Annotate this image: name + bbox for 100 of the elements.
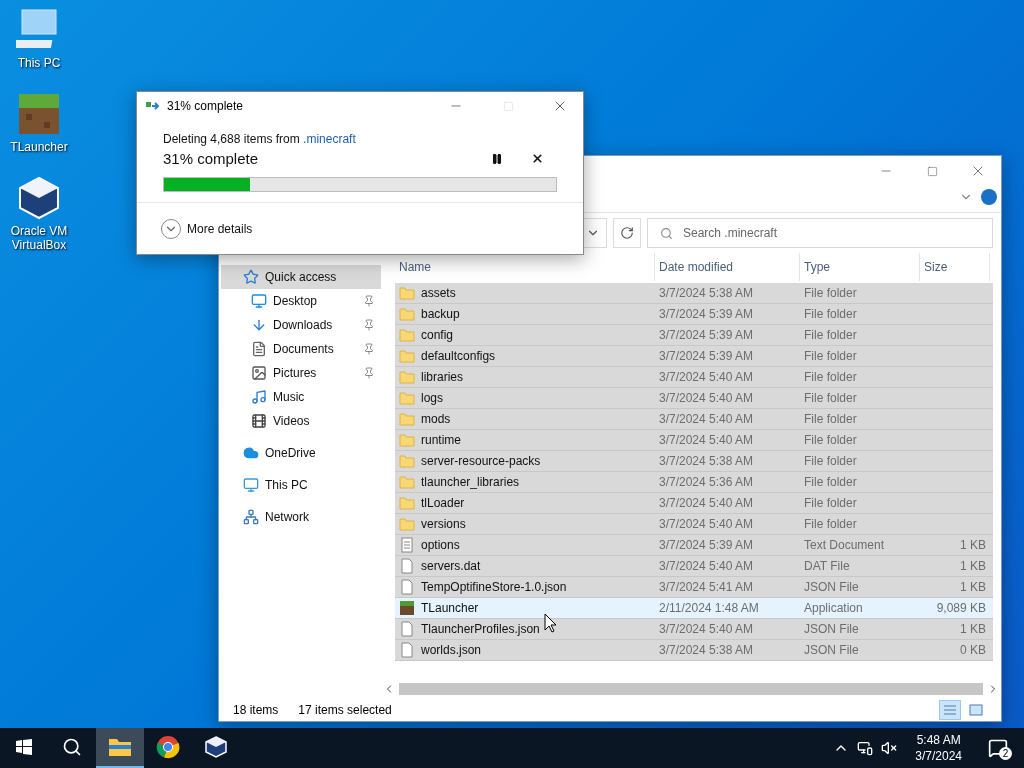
nav-item[interactable]: Pictures [221, 361, 381, 385]
cloud-icon [243, 445, 259, 461]
file-row[interactable]: runtime 3/7/2024 5:40 AM File folder [395, 430, 993, 451]
nav-item[interactable]: Downloads [221, 313, 381, 337]
size-cell-text: 1 KB [959, 538, 987, 552]
file-name: worlds.json [421, 643, 482, 657]
file-row[interactable]: defaultconfigs 3/7/2024 5:39 AM File folder [395, 346, 993, 367]
cube-icon [16, 176, 62, 220]
file-name: TlauncherProfiles.json [421, 622, 540, 636]
date-cell-text: 2/11/2024 1:48 AM [658, 601, 760, 615]
search-field[interactable]: Search .minecraft [647, 218, 993, 248]
date-cell-text: 3/7/2024 5:39 AM [658, 349, 755, 363]
column-header[interactable]: Size [920, 253, 990, 281]
file-row[interactable]: versions 3/7/2024 5:40 AM File folder [395, 514, 993, 535]
file-name: defaultconfigs [421, 349, 496, 363]
star-icon [243, 269, 259, 285]
column-header[interactable]: Type [800, 253, 920, 281]
file-icon [399, 579, 415, 595]
network-icon[interactable] [857, 740, 874, 756]
file-name: servers.dat [421, 559, 481, 573]
date-cell-text: 3/7/2024 5:40 AM [658, 391, 755, 405]
file-row[interactable]: servers.dat 3/7/2024 5:40 AM DAT File 1 KB [395, 556, 993, 577]
folder-icon [399, 306, 415, 322]
scrollbar-thumb[interactable] [399, 683, 983, 695]
date-cell-text: 3/7/2024 5:40 AM [658, 412, 755, 426]
date-cell-text: 3/7/2024 5:39 AM [658, 328, 755, 342]
notifications-button[interactable]: 2 [980, 728, 1016, 768]
delete-progress-icon [145, 100, 161, 112]
type-cell-text: File folder [803, 370, 858, 384]
file-row[interactable]: worlds.json 3/7/2024 5:38 AM JSON File 0 KB [395, 640, 993, 661]
more-details-button[interactable]: More details [161, 218, 253, 239]
type-cell-text: Text Document [803, 538, 886, 552]
date-cell-text: 3/7/2024 5:38 AM [658, 454, 755, 468]
desktop-icon-label[interactable]: TLauncher [10, 140, 68, 154]
document-icon [251, 341, 267, 357]
file-row[interactable]: libraries 3/7/2024 5:40 AM File folder [395, 367, 993, 388]
music-icon [251, 389, 267, 405]
folder-icon [399, 285, 415, 301]
mouse-cursor-icon [544, 613, 558, 633]
file-row[interactable]: config 3/7/2024 5:39 AM File folder [395, 325, 993, 346]
close-icon [530, 152, 544, 165]
list-icon [943, 704, 957, 716]
nav-item[interactable]: Quick access [221, 265, 381, 289]
date-cell-text: 3/7/2024 5:39 AM [658, 307, 755, 321]
nav-item[interactable]: Documents [221, 337, 381, 361]
nav-item[interactable]: Videos [221, 409, 381, 433]
type-cell-text: File folder [803, 454, 858, 468]
help-icon[interactable] [981, 189, 997, 205]
clock[interactable]: 5:48 AM 3/7/2024 [905, 732, 972, 764]
file-row[interactable]: assets 3/7/2024 5:38 AM File folder [395, 283, 993, 304]
item-count: 18 items [233, 703, 279, 717]
date-cell-text: 3/7/2024 5:39 AM [658, 538, 755, 552]
source-link[interactable]: .minecraft [303, 132, 356, 146]
file-name: runtime [421, 433, 461, 447]
type-cell-text: File folder [803, 433, 858, 447]
file-row[interactable]: TempOptifineStore-1.0.json 3/7/2024 5:41 AM JSON File 1 KB [395, 577, 993, 598]
type-cell-text: JSON File [803, 580, 860, 594]
date-cell-text: 3/7/2024 5:40 AM [658, 622, 755, 636]
refresh-button[interactable] [613, 218, 641, 248]
desktop-icon-label[interactable]: Oracle VM VirtualBox [4, 224, 74, 252]
file-row[interactable]: logs 3/7/2024 5:40 AM File folder [395, 388, 993, 409]
folder-icon [399, 495, 415, 511]
file-row[interactable]: TLauncher 2/11/2024 1:48 AM Application 9,089 KB [395, 598, 993, 619]
document-icon [399, 537, 415, 553]
file-name: tlLoader [421, 496, 465, 510]
file-row[interactable]: TlauncherProfiles.json 3/7/2024 5:40 AM JSON File 1 KB [395, 619, 993, 640]
folder-icon [399, 474, 415, 490]
file-name: tlauncher_libraries [421, 475, 520, 489]
folder-icon [399, 411, 415, 427]
nav-item[interactable]: Network [221, 505, 381, 529]
folder-icon [108, 737, 132, 757]
file-name: options [421, 538, 460, 552]
file-row[interactable]: server-resource-packs 3/7/2024 5:38 AM File folder [395, 451, 993, 472]
nav-item[interactable]: OneDrive [221, 441, 381, 465]
file-icon [399, 621, 415, 637]
file-name: config [421, 328, 454, 342]
file-row[interactable]: backup 3/7/2024 5:39 AM File folder [395, 304, 993, 325]
thumbnail-icon [969, 704, 983, 716]
nav-item[interactable]: Music [221, 385, 381, 409]
file-row[interactable]: options 3/7/2024 5:39 AM Text Document 1 KB [395, 535, 993, 556]
date-cell-text: 3/7/2024 5:40 AM [658, 433, 755, 447]
file-icon [399, 558, 415, 574]
refresh-icon [620, 226, 634, 240]
file-name: versions [421, 517, 466, 531]
desktop-icon-label[interactable]: This PC [17, 56, 61, 70]
size-cell-text: 9,089 KB [935, 601, 987, 615]
muted-speaker-icon[interactable] [881, 740, 898, 756]
file-name: server-resource-packs [421, 454, 541, 468]
browser-icon [156, 735, 180, 759]
nav-item[interactable]: Desktop [221, 289, 381, 313]
date-cell-text: 3/7/2024 5:36 AM [658, 475, 755, 489]
type-cell-text: File folder [803, 349, 858, 363]
file-row[interactable]: mods 3/7/2024 5:40 AM File folder [395, 409, 993, 430]
desktop-icon [251, 293, 267, 309]
column-header[interactable]: Date modified [655, 253, 800, 281]
file-row[interactable]: tlLoader 3/7/2024 5:40 AM File folder [395, 493, 993, 514]
nav-item[interactable]: This PC [221, 473, 381, 497]
folder-icon [399, 369, 415, 385]
file-row[interactable]: tlauncher_libraries 3/7/2024 5:36 AM File folder [395, 472, 993, 493]
file-name: backup [421, 307, 460, 321]
